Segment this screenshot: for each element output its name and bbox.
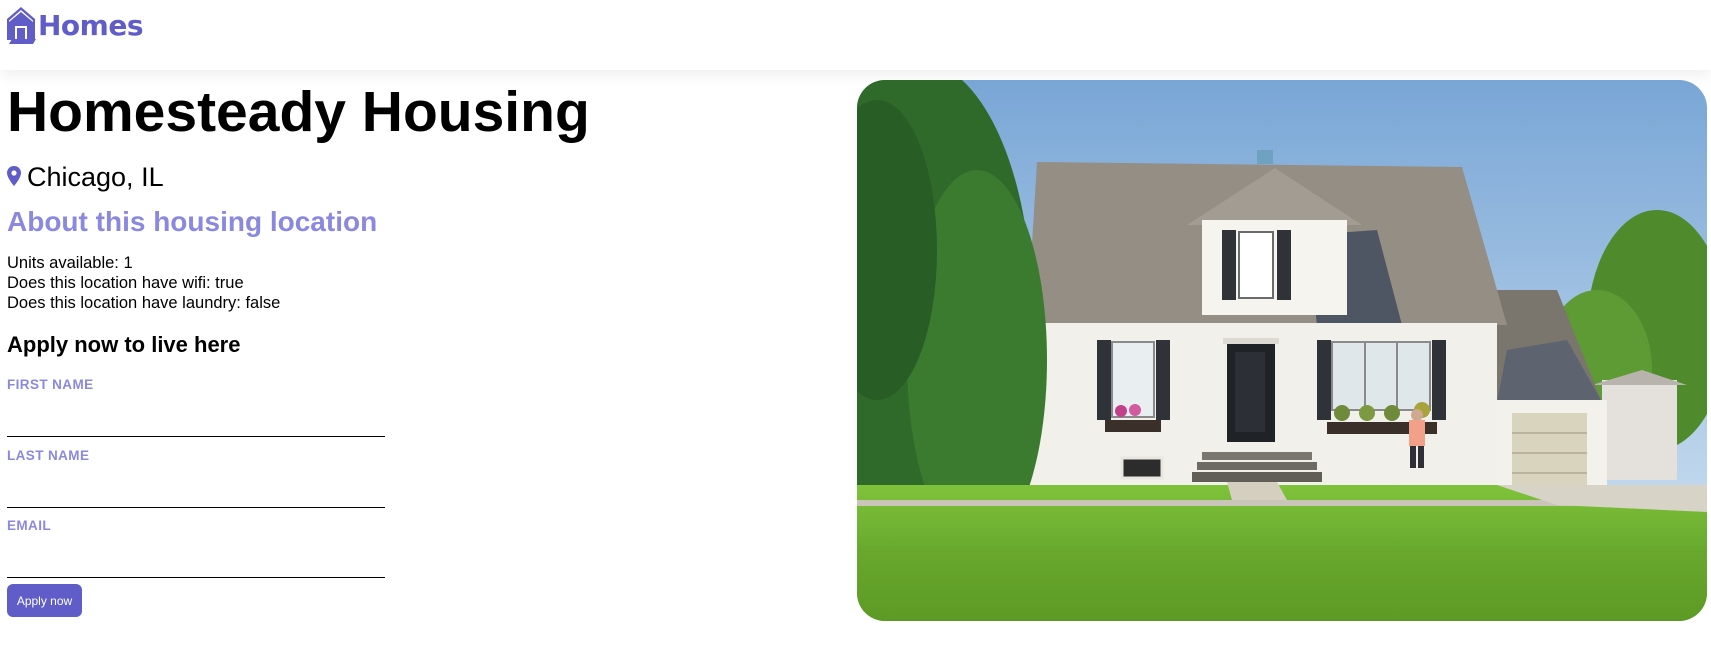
last-name-label: LAST NAME xyxy=(7,448,90,463)
feature-list: Units available: 1 Does this location ha… xyxy=(7,253,280,313)
brand-name: Homes xyxy=(38,8,144,42)
map-pin-icon xyxy=(7,162,21,193)
feature-units: Units available: 1 xyxy=(7,254,133,272)
listing-photo xyxy=(857,80,1707,621)
location-text: Chicago, IL xyxy=(27,162,164,192)
email-label: EMAIL xyxy=(7,518,51,533)
top-navigation-bar: Homes xyxy=(0,0,1711,70)
house-photo-illustration xyxy=(857,80,1707,621)
about-heading: About this housing location xyxy=(7,206,378,237)
listing-title: Homesteady Housing xyxy=(7,80,590,144)
listing-location: Chicago, IL xyxy=(7,162,164,193)
listing-details: Homesteady Housing Chicago, IL About thi… xyxy=(0,70,1711,652)
first-name-input[interactable] xyxy=(7,410,385,437)
feature-wifi: Does this location have wifi: true xyxy=(7,274,244,292)
apply-heading: Apply now to live here xyxy=(7,332,241,357)
last-name-input[interactable] xyxy=(7,481,385,508)
first-name-label: FIRST NAME xyxy=(7,377,94,392)
house-icon xyxy=(6,6,36,44)
apply-now-button[interactable]: Apply now xyxy=(7,584,82,617)
home-link[interactable]: Homes xyxy=(6,6,144,44)
email-input[interactable] xyxy=(7,551,385,578)
feature-laundry: Does this location have laundry: false xyxy=(7,294,281,312)
